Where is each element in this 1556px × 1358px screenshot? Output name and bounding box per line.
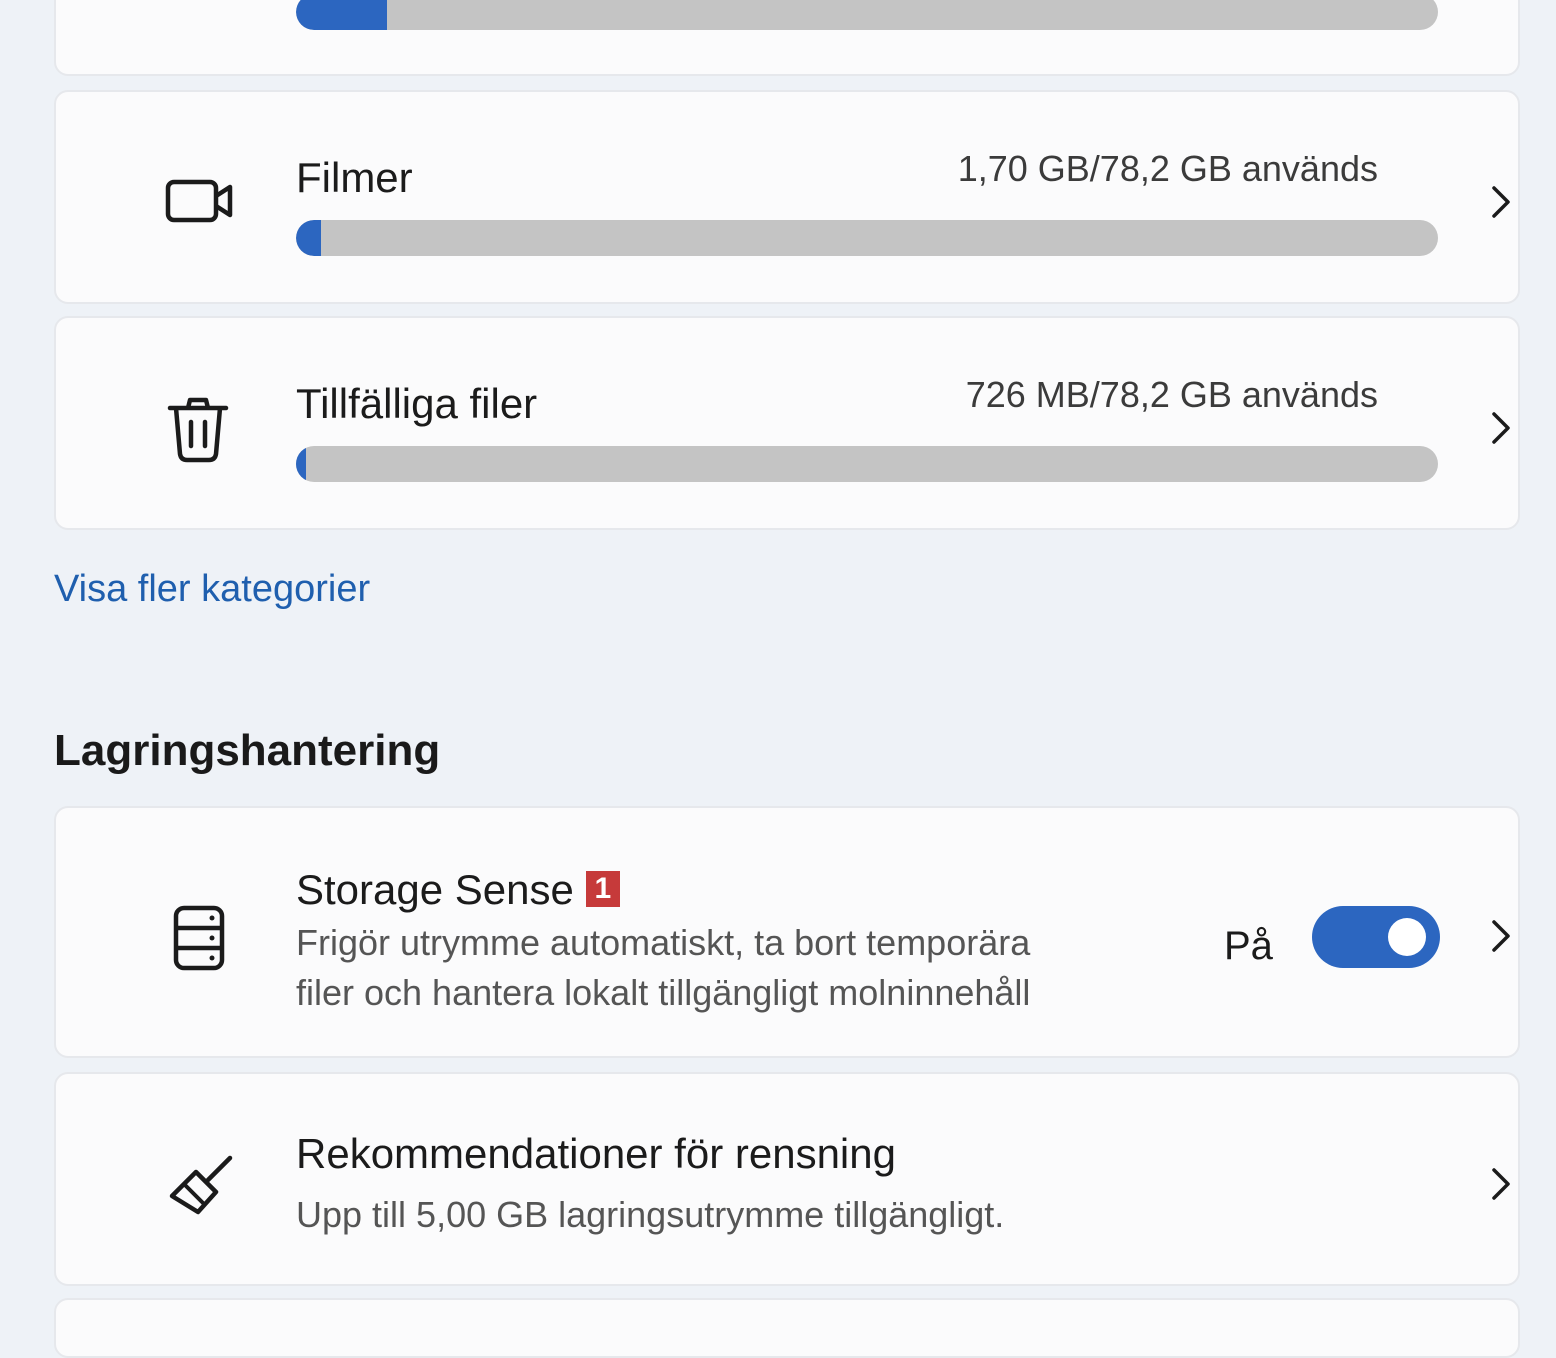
usage-bar-fill	[296, 446, 307, 482]
category-card-temp-files[interactable]: Tillfälliga filer 726 MB/78,2 GB används	[54, 316, 1520, 530]
chevron-right-icon[interactable]	[1486, 916, 1516, 956]
category-name: Tillfälliga filer	[296, 380, 538, 427]
usage-bar	[296, 220, 1438, 256]
chevron-right-icon[interactable]	[1486, 182, 1516, 222]
annotation-badge: 1	[585, 871, 620, 907]
toggle-knob	[1388, 918, 1426, 956]
section-heading-storage-management: Lagringshantering	[54, 726, 441, 775]
chevron-right-icon[interactable]	[1486, 408, 1516, 448]
usage-bar-fill	[296, 0, 388, 30]
storage-sense-toggle[interactable]	[1312, 906, 1440, 968]
storage-sense-title-row: Storage Sense 1	[296, 866, 620, 914]
cleanup-title: Rekommendationer för rensning	[296, 1130, 896, 1177]
storage-sense-title: Storage Sense	[296, 866, 574, 913]
cleanup-recommendations-card[interactable]: Rekommendationer för rensning Upp till 5…	[54, 1072, 1520, 1286]
category-name: Filmer	[296, 154, 413, 201]
storage-sense-card[interactable]: Storage Sense 1 Frigör utrymme automatisk…	[54, 806, 1520, 1058]
usage-bar-fill	[296, 220, 322, 256]
usage-bar	[296, 446, 1438, 482]
usage-bar	[296, 0, 1438, 30]
storage-drive-icon	[160, 898, 240, 978]
storage-sense-description: Frigör utrymme automatiskt, ta bort temp…	[296, 918, 1030, 1018]
show-more-categories-link[interactable]: Visa fler kategorier	[54, 568, 370, 611]
storage-sense-description-line: filer och hantera lokalt tillgängligt mo…	[296, 972, 1031, 1013]
trash-icon	[160, 390, 240, 470]
video-camera-icon	[160, 162, 240, 242]
next-card-partial[interactable]	[54, 1298, 1520, 1358]
category-usage: 726 MB/78,2 GB används	[965, 374, 1378, 415]
chevron-right-icon[interactable]	[1486, 1164, 1516, 1204]
cleanup-description: Upp till 5,00 GB lagringsutrymme tillgän…	[296, 1194, 1005, 1235]
category-usage: 1,70 GB/78,2 GB används	[957, 148, 1378, 189]
category-card-filmer[interactable]: Filmer 1,70 GB/78,2 GB används	[54, 90, 1520, 304]
storage-sense-toggle-label: På	[1224, 924, 1273, 968]
broom-icon	[160, 1146, 240, 1226]
category-card-partial[interactable]	[54, 0, 1520, 76]
storage-sense-description-line: Frigör utrymme automatiskt, ta bort temp…	[296, 922, 1031, 963]
